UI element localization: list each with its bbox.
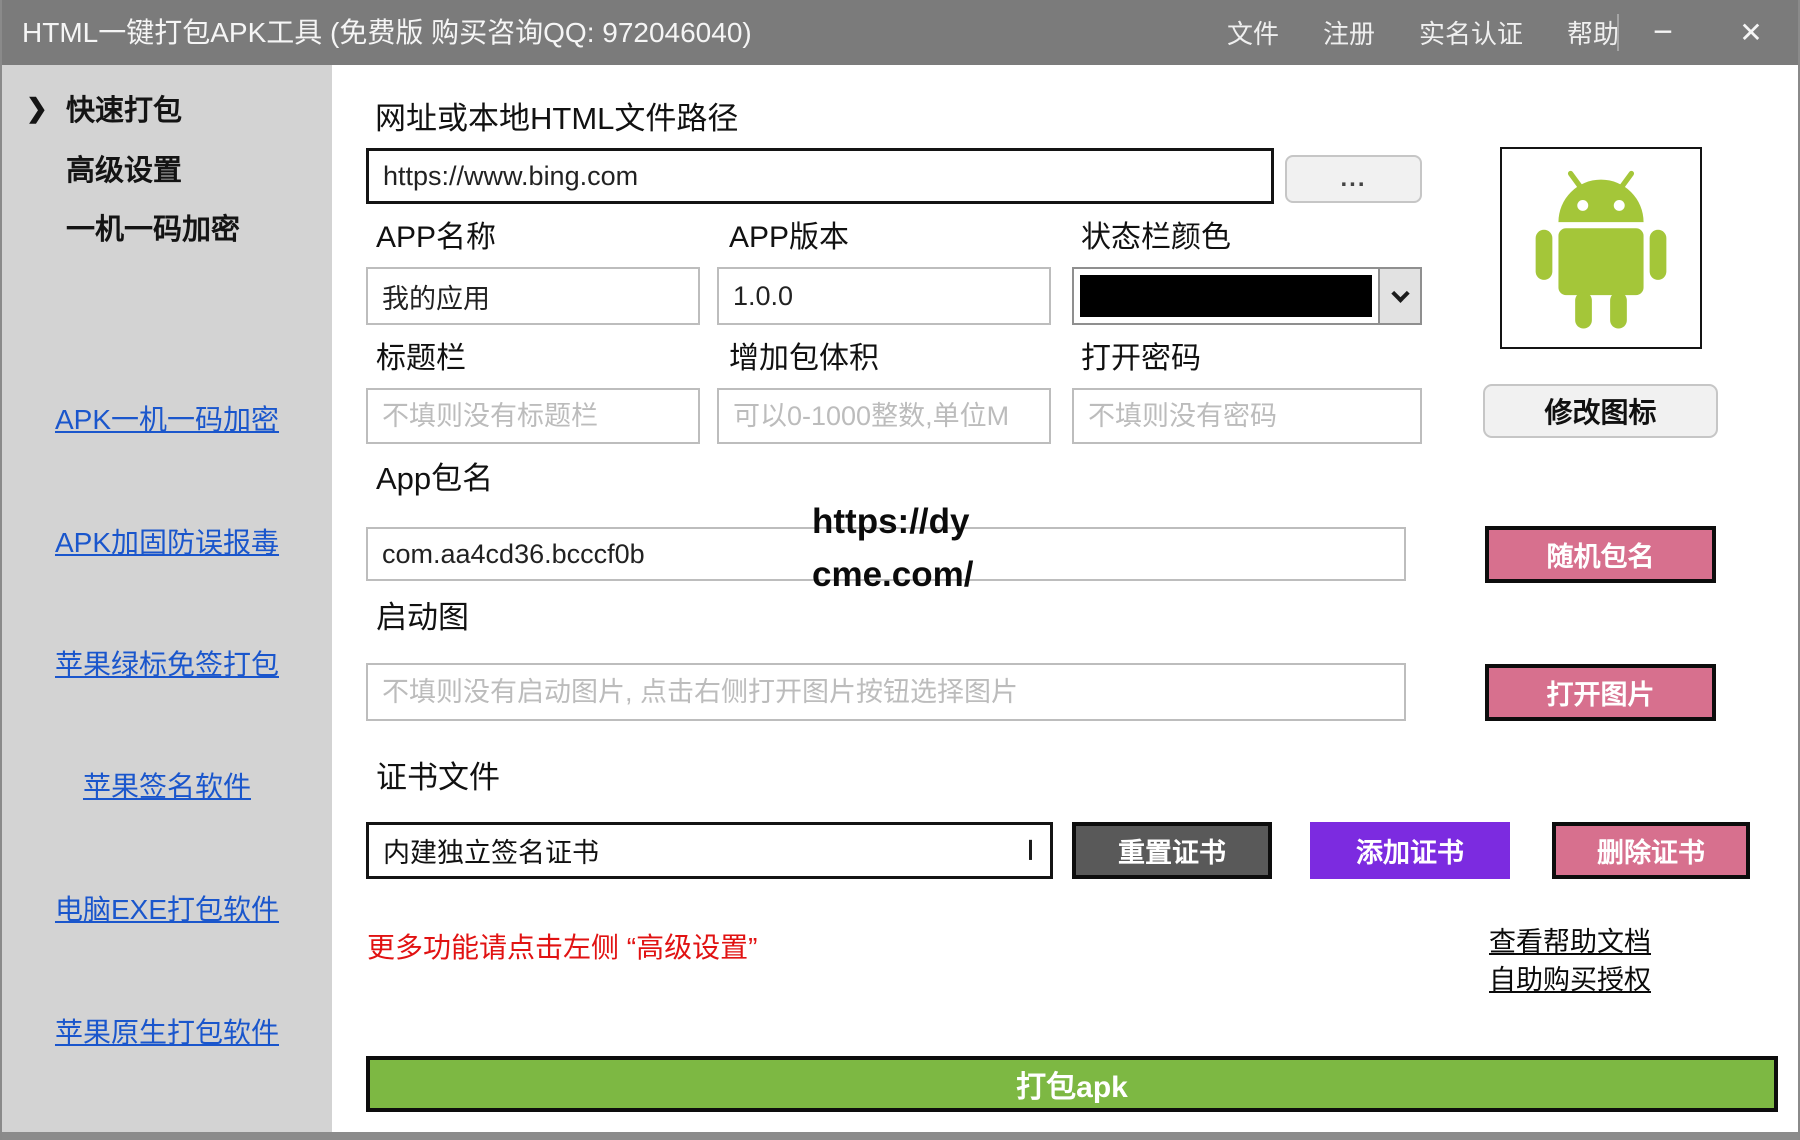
certificate-selected-value: 内建独立签名证书 (369, 831, 599, 870)
package-name-label: App包名 (376, 453, 493, 498)
open-image-button[interactable]: 打开图片 (1485, 664, 1716, 721)
sidebar-item-quick-package[interactable]: ❯ 快速打包 (2, 87, 332, 129)
title-bar: HTML一键打包APK工具 (免费版 购买咨询QQ: 972046040) 文件… (2, 0, 1800, 65)
app-icon-preview (1500, 147, 1702, 349)
certificate-label: 证书文件 (376, 752, 500, 797)
sidebar-link-apple-native-package[interactable]: 苹果原生打包软件 (2, 1011, 332, 1051)
open-password-label: 打开密码 (1081, 333, 1201, 377)
sidebar-link-pc-exe-package[interactable]: 电脑EXE打包软件 (2, 888, 332, 928)
watermark-line1: https://dy (812, 495, 973, 548)
add-size-label: 增加包体积 (729, 333, 879, 377)
statusbar-color-label: 状态栏颜色 (1081, 212, 1231, 256)
minimize-button[interactable]: − (1632, 0, 1694, 65)
sidebar-link-apple-green-package[interactable]: 苹果绿标免签打包 (2, 643, 332, 683)
sidebar-link-apk-harden[interactable]: APK加固防误报毒 (2, 521, 332, 561)
app-name-input[interactable] (366, 267, 700, 325)
sidebar-item-label: 一机一码加密 (66, 206, 240, 248)
package-apk-button[interactable]: 打包apk (366, 1056, 1778, 1112)
android-icon (1525, 164, 1677, 332)
watermark-line2: cme.com/ (812, 548, 973, 601)
menu-item-realname-verify[interactable]: 实名认证 (1419, 14, 1523, 51)
change-icon-button[interactable]: 修改图标 (1483, 384, 1718, 438)
app-version-label: APP版本 (729, 212, 849, 256)
reset-cert-button[interactable]: 重置证书 (1072, 822, 1272, 879)
main-panel: 网址或本地HTML文件路径 ... 修改图标 A (332, 65, 1800, 1132)
app-version-input[interactable] (717, 267, 1051, 325)
titlebar-input[interactable] (366, 388, 700, 444)
active-arrow-icon: ❯ (26, 93, 48, 124)
advanced-settings-hint: 更多功能请点击左侧 “高级设置” (367, 926, 757, 966)
add-size-input[interactable] (717, 388, 1051, 444)
certificate-select[interactable]: 内建独立签名证书 (366, 822, 1053, 879)
titlebar-field-label: 标题栏 (376, 333, 466, 377)
splash-input[interactable] (366, 663, 1406, 721)
window-title: HTML一键打包APK工具 (免费版 购买咨询QQ: 972046040) (22, 0, 752, 65)
app-window: HTML一键打包APK工具 (免费版 购买咨询QQ: 972046040) 文件… (0, 0, 1800, 1140)
color-swatch (1080, 275, 1372, 317)
sidebar: ❯ 快速打包 高级设置 一机一码加密 APK一机一码加密 APK加固防误报毒 苹… (2, 65, 332, 1132)
menu-separator (1617, 14, 1619, 51)
window-bottom-edge (2, 1132, 1800, 1140)
chevron-down-icon (1391, 284, 1409, 302)
menu-item-register[interactable]: 注册 (1323, 14, 1375, 51)
splash-label: 启动图 (376, 592, 469, 637)
sidebar-item-label: 高级设置 (66, 147, 182, 189)
url-label: 网址或本地HTML文件路径 (375, 93, 738, 138)
close-button[interactable]: ✕ (1716, 0, 1786, 65)
delete-cert-button[interactable]: 删除证书 (1552, 822, 1750, 879)
random-package-button[interactable]: 随机包名 (1485, 526, 1716, 583)
open-password-input[interactable] (1072, 388, 1422, 444)
watermark: https://dy cme.com/ (812, 495, 973, 601)
statusbar-color-select[interactable] (1072, 267, 1422, 325)
sidebar-item-one-machine-one-code[interactable]: 一机一码加密 (2, 206, 332, 248)
menu-item-help[interactable]: 帮助 (1567, 14, 1619, 51)
dropdown-arrow-button[interactable] (1378, 269, 1420, 323)
browse-button[interactable]: ... (1285, 155, 1422, 203)
buy-license-link[interactable]: 自助购买授权 (1489, 958, 1651, 997)
url-input[interactable] (366, 148, 1274, 204)
chevron-down-icon (1029, 839, 1032, 857)
sidebar-link-apple-sign[interactable]: 苹果签名软件 (2, 765, 332, 805)
menu-bar: 文件 注册 实名认证 帮助 (1227, 0, 1619, 65)
help-doc-link[interactable]: 查看帮助文档 (1489, 920, 1651, 959)
sidebar-item-label: 快速打包 (66, 87, 182, 129)
sidebar-link-apk-encrypt[interactable]: APK一机一码加密 (2, 398, 332, 438)
menu-item-file[interactable]: 文件 (1227, 14, 1279, 51)
add-cert-button[interactable]: 添加证书 (1310, 822, 1510, 879)
app-name-label: APP名称 (376, 212, 496, 256)
sidebar-item-advanced-settings[interactable]: 高级设置 (2, 147, 332, 189)
